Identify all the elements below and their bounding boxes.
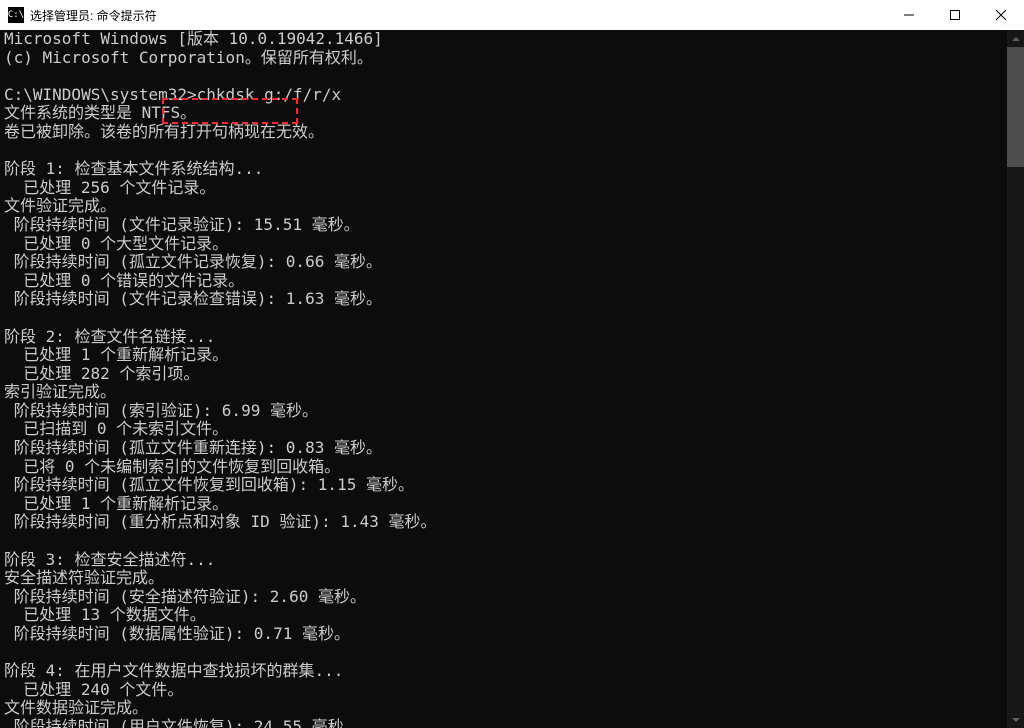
window-title: 选择管理员: 命令提示符 — [30, 7, 157, 24]
maximize-button[interactable] — [932, 0, 978, 30]
scrollbar-track[interactable] — [1007, 47, 1024, 711]
command-prompt-window: C:\ 选择管理员: 命令提示符 Microsoft Windows [版本 1… — [0, 0, 1024, 728]
scrollbar-up-button[interactable] — [1007, 30, 1024, 47]
chevron-up-icon — [1012, 37, 1020, 41]
scrollbar-down-button[interactable] — [1007, 711, 1024, 728]
minimize-button[interactable] — [886, 0, 932, 30]
minimize-icon — [904, 10, 914, 20]
scrollbar-thumb[interactable] — [1007, 47, 1024, 167]
vertical-scrollbar[interactable] — [1007, 30, 1024, 728]
titlebar[interactable]: C:\ 选择管理员: 命令提示符 — [0, 0, 1024, 30]
client-area: Microsoft Windows [版本 10.0.19042.1466] (… — [0, 30, 1024, 728]
close-icon — [996, 10, 1006, 20]
cmd-icon: C:\ — [8, 7, 24, 23]
console-viewport[interactable]: Microsoft Windows [版本 10.0.19042.1466] (… — [0, 30, 1007, 728]
chevron-down-icon — [1012, 718, 1020, 722]
close-button[interactable] — [978, 0, 1024, 30]
console-output: Microsoft Windows [版本 10.0.19042.1466] (… — [0, 30, 1007, 728]
maximize-icon — [950, 10, 960, 20]
